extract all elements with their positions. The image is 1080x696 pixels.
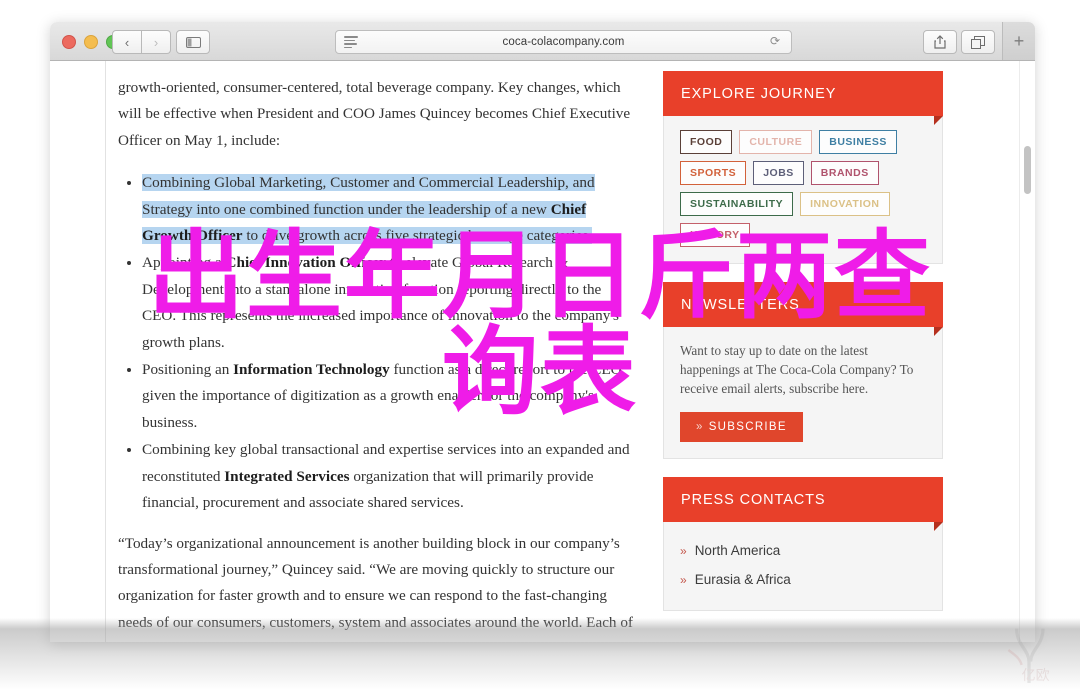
explore-journey-card: EXPLORE JOURNEY FOOD CULTURE BUSINESS SP…: [663, 71, 943, 264]
list-item: Combining Global Marketing, Customer and…: [142, 170, 638, 249]
list-item: Combining key global transactional and e…: [142, 437, 638, 516]
bullet-bold: Integrated Services: [224, 467, 350, 485]
topic-tag-brands[interactable]: BRANDS: [810, 161, 879, 185]
back-button[interactable]: ‹: [112, 30, 142, 54]
article-paragraph-intro: growth-oriented, consumer-centered, tota…: [118, 79, 631, 149]
list-item[interactable]: » North America: [680, 536, 926, 565]
topic-tag-innovation[interactable]: INNOVATION: [800, 192, 890, 216]
topic-tag-history[interactable]: HISTORY: [680, 223, 750, 247]
press-contacts-title: PRESS CONTACTS: [663, 477, 943, 531]
topic-tag-culture[interactable]: CULTURE: [739, 130, 813, 154]
topic-tag-sports[interactable]: SPORTS: [680, 161, 747, 185]
share-icon: [934, 35, 946, 49]
bullet-bold: Chief Innovation Officer: [225, 254, 386, 272]
navigation-buttons: ‹ ›: [112, 30, 171, 54]
key-changes-list: Combining Global Marketing, Customer and…: [118, 170, 638, 516]
content-left-rail: [50, 61, 106, 642]
press-contact-label: North America: [694, 543, 781, 558]
close-window-button[interactable]: [62, 35, 76, 49]
page-content: growth-oriented, consumer-centered, tota…: [50, 61, 1035, 642]
bullet-text-tail: to drive growth across five strategic be…: [242, 227, 593, 245]
right-sidebar: EXPLORE JOURNEY FOOD CULTURE BUSINESS SP…: [663, 71, 943, 629]
chevron-right-icon: »: [680, 544, 687, 558]
chevron-right-icon: »: [696, 421, 704, 433]
subscribe-button[interactable]: » SUBSCRIBE: [680, 412, 803, 442]
press-contacts-card: PRESS CONTACTS » North America » Eurasia &…: [663, 477, 943, 611]
address-bar[interactable]: coca-colacompany.com ⟳: [335, 30, 792, 54]
reader-view-icon[interactable]: [344, 36, 358, 48]
explore-journey-body: FOOD CULTURE BUSINESS SPORTS JOBS BRANDS…: [663, 116, 943, 264]
show-tabs-button[interactable]: [961, 30, 995, 54]
topic-tag-sustainability[interactable]: SUSTAINABILITY: [680, 192, 794, 216]
reload-icon[interactable]: ⟳: [770, 35, 783, 48]
url-text: coca-colacompany.com: [502, 36, 625, 48]
bullet-text: Combining Global Marketing, Customer and…: [142, 174, 595, 218]
topic-tag-list: FOOD CULTURE BUSINESS SPORTS JOBS BRANDS…: [680, 130, 926, 247]
topic-tag-jobs[interactable]: JOBS: [753, 161, 804, 185]
list-item[interactable]: » Eurasia & Africa: [680, 565, 926, 594]
bullet-text: Appointing a: [142, 254, 226, 272]
chevron-right-icon: »: [680, 573, 687, 587]
newsletters-description: Want to stay up to date on the latest ha…: [680, 343, 914, 396]
sidebar-toggle-button[interactable]: [176, 30, 210, 54]
list-item: Positioning an Information Technology fu…: [142, 357, 638, 436]
press-contacts-list: » North America » Eurasia & Africa: [680, 536, 926, 594]
explore-journey-title: EXPLORE JOURNEY: [663, 71, 943, 125]
sidebar-icon: [185, 36, 201, 48]
subscribe-button-label: SUBSCRIBE: [708, 421, 787, 433]
article-quote: “Today’s organizational announcement is …: [118, 534, 633, 643]
forward-button[interactable]: ›: [142, 30, 171, 54]
topic-tag-business[interactable]: BUSINESS: [819, 130, 897, 154]
browser-toolbar: ‹ › coca-colacompany.com ⟳ +: [50, 22, 1035, 61]
press-contacts-body: » North America » Eurasia & Africa: [663, 522, 943, 611]
bullet-bold: Information Technology: [233, 361, 390, 379]
scrollbar-thumb[interactable]: [1024, 146, 1031, 194]
new-tab-button[interactable]: +: [1002, 22, 1035, 60]
browser-window: ‹ › coca-colacompany.com ⟳ + growth-orie…: [50, 22, 1035, 642]
minimize-window-button[interactable]: [84, 35, 98, 49]
vertical-scrollbar[interactable]: [1019, 61, 1035, 642]
tabs-icon: [971, 35, 985, 49]
list-item: Appointing a Chief Innovation Officer to…: [142, 250, 638, 356]
newsletters-title: NEWSLETTERS: [663, 282, 943, 336]
topic-tag-food[interactable]: FOOD: [680, 130, 733, 154]
article-body: growth-oriented, consumer-centered, tota…: [118, 61, 638, 642]
share-button[interactable]: [923, 30, 957, 54]
bullet-text: Positioning an: [142, 361, 234, 379]
newsletters-body: Want to stay up to date on the latest ha…: [663, 327, 943, 459]
newsletters-card: NEWSLETTERS Want to stay up to date on t…: [663, 282, 943, 459]
press-contact-label: Eurasia & Africa: [694, 572, 791, 587]
